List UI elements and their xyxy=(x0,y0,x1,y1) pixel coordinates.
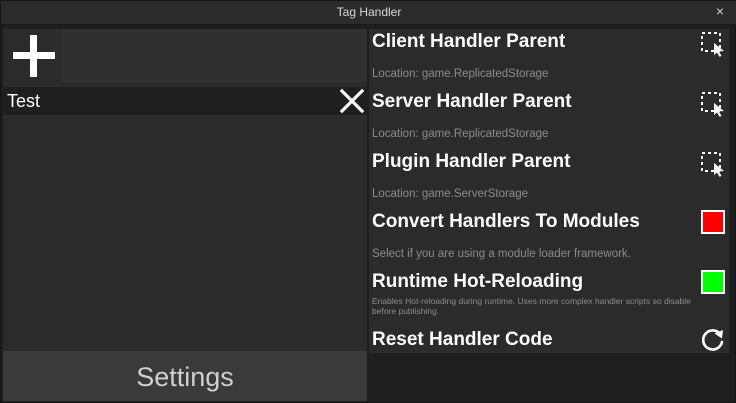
reset-handler-heading: Reset Handler Code xyxy=(372,329,553,350)
tag-list: Test xyxy=(3,87,367,349)
client-handler-parent-heading: Client Handler Parent xyxy=(372,31,566,52)
convert-handlers-description: Select if you are using a module loader … xyxy=(372,248,631,260)
client-handler-parent-setting: Client Handler Parent Location: game.Rep… xyxy=(369,31,729,89)
tag-label: Test xyxy=(7,91,41,111)
close-window-button[interactable]: × xyxy=(713,4,727,18)
hot-reloading-description: Enables Hot-reloading during runtime. Us… xyxy=(372,296,691,316)
tag-panel: Test Settings xyxy=(3,29,367,401)
settings-panel: Client Handler Parent Location: game.Rep… xyxy=(369,29,729,353)
convert-handlers-checkbox[interactable] xyxy=(701,210,725,234)
select-cursor-icon[interactable] xyxy=(700,91,726,117)
hot-reloading-setting: Runtime Hot-Reloading Enables Hot-reload… xyxy=(369,270,729,323)
server-handler-parent-heading: Server Handler Parent xyxy=(372,91,572,112)
add-tag-button[interactable] xyxy=(9,32,59,82)
select-cursor-icon[interactable] xyxy=(700,151,726,177)
window-title: Tag Handler xyxy=(336,5,402,19)
tag-handler-window: Tag Handler × Test Settings Client Handl… xyxy=(0,0,736,403)
hot-reloading-checkbox[interactable] xyxy=(701,270,725,294)
server-handler-parent-setting: Server Handler Parent Location: game.Rep… xyxy=(369,91,729,149)
select-cursor-icon[interactable] xyxy=(700,31,726,57)
server-handler-location: Location: game.ReplicatedStorage xyxy=(372,128,549,140)
settings-button[interactable]: Settings xyxy=(3,351,367,401)
title-bar[interactable]: Tag Handler × xyxy=(1,1,736,25)
hot-reloading-heading: Runtime Hot-Reloading xyxy=(372,271,584,292)
convert-handlers-setting: Convert Handlers To Modules Select if yo… xyxy=(369,210,729,269)
plugin-handler-parent-setting: Plugin Handler Parent Location: game.Ser… xyxy=(369,151,729,209)
reset-handler-setting: Reset Handler Code xyxy=(369,329,729,353)
client-handler-location: Location: game.ReplicatedStorage xyxy=(372,68,549,80)
plugin-handler-parent-heading: Plugin Handler Parent xyxy=(372,151,571,172)
tag-list-item[interactable]: Test xyxy=(3,87,367,115)
convert-handlers-heading: Convert Handlers To Modules xyxy=(372,211,640,232)
close-icon[interactable] xyxy=(339,88,365,114)
plugin-handler-location: Location: game.ServerStorage xyxy=(372,188,528,200)
tag-name-input[interactable] xyxy=(61,29,367,82)
reset-icon[interactable] xyxy=(700,327,726,353)
